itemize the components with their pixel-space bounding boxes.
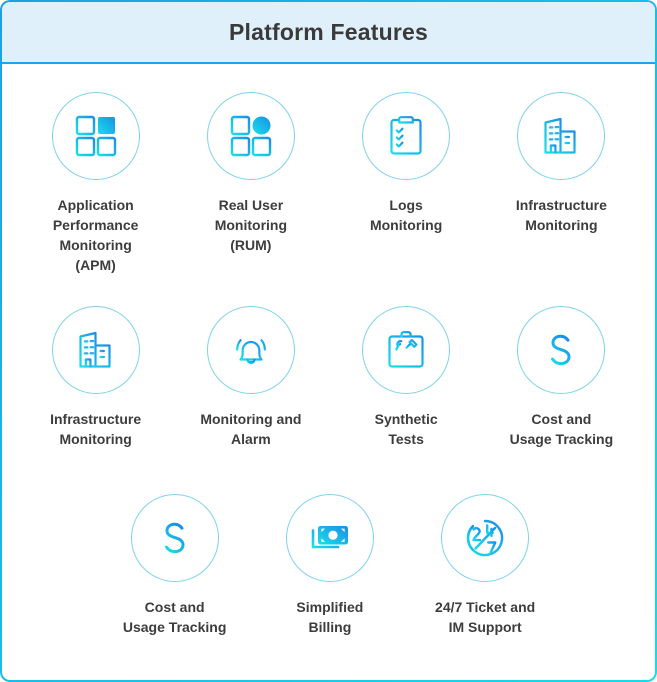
icon-circle bbox=[206, 92, 295, 180]
feature-label: Infrastructure Monitoring bbox=[515, 197, 607, 233]
feature-item-simplified-billing[interactable]: Simplified Billing bbox=[252, 494, 407, 664]
icon-circle bbox=[130, 494, 219, 582]
feature-label: Logs Monitoring bbox=[369, 197, 443, 233]
grid-square-circle-icon bbox=[230, 115, 272, 157]
icon-circle bbox=[51, 92, 140, 180]
card-header: Platform Features bbox=[2, 2, 655, 64]
grid-squares-icon bbox=[75, 115, 116, 157]
banknote-icon bbox=[311, 526, 348, 549]
feature-item-apm[interactable]: Application Performance Monitoring (APM) bbox=[18, 92, 173, 298]
icon-circle bbox=[517, 306, 606, 394]
buildings-icon bbox=[79, 331, 111, 368]
feature-label: Application Performance Monitoring (APM) bbox=[52, 197, 139, 273]
card-inner: Platform Features Application Performanc… bbox=[2, 2, 655, 680]
feature-label: Synthetic Tests bbox=[374, 411, 438, 447]
feature-label: Real User Monitoring (RUM) bbox=[214, 197, 288, 253]
feature-label: Cost and Usage Tracking bbox=[509, 411, 614, 447]
features-row-3: Cost and Usage Tracking Simplified Billi… bbox=[18, 494, 655, 664]
icon-circle bbox=[285, 494, 374, 582]
alarm-bell-icon bbox=[235, 330, 266, 365]
page-title: Platform Features bbox=[229, 18, 428, 45]
feature-item-logs-monitoring[interactable]: Logs Monitoring bbox=[329, 92, 484, 298]
clipboard-checklist-icon bbox=[390, 116, 422, 155]
icon-circle bbox=[362, 92, 451, 180]
feature-item-rum[interactable]: Real User Monitoring (RUM) bbox=[173, 92, 328, 298]
feature-label: Cost and Usage Tracking bbox=[122, 599, 227, 635]
dollar-sign-icon bbox=[164, 519, 185, 557]
feature-item-24-7-support[interactable]: 24/7 Ticket and IM Support bbox=[408, 494, 563, 664]
toolbox-icon bbox=[388, 331, 424, 368]
dollar-sign-icon bbox=[551, 331, 571, 369]
feature-label: Infrastructure Monitoring bbox=[50, 411, 142, 447]
feature-item-monitoring-and-alarm[interactable]: Monitoring and Alarm bbox=[173, 306, 328, 482]
icon-circle bbox=[362, 306, 451, 394]
feature-item-infrastructure-monitoring[interactable]: Infrastructure Monitoring bbox=[484, 92, 639, 298]
icon-circle bbox=[441, 494, 530, 582]
features-row-1: Application Performance Monitoring (APM) bbox=[18, 92, 639, 298]
platform-features-card: Platform Features Application Performanc… bbox=[0, 0, 657, 682]
icon-circle bbox=[517, 92, 606, 180]
features-row-2: Infrastructure Monitoring Monitoring and… bbox=[18, 306, 639, 482]
twentyfour-seven-icon bbox=[466, 519, 504, 557]
feature-label: 24/7 Ticket and IM Support bbox=[435, 599, 536, 635]
icon-circle bbox=[51, 306, 140, 394]
feature-item-cost-usage-tracking-2[interactable]: Cost and Usage Tracking bbox=[97, 494, 252, 664]
feature-item-cost-usage-tracking[interactable]: Cost and Usage Tracking bbox=[484, 306, 639, 482]
feature-item-infrastructure-monitoring-2[interactable]: Infrastructure Monitoring bbox=[18, 306, 173, 482]
feature-label: Monitoring and Alarm bbox=[200, 411, 302, 447]
icon-circle bbox=[206, 306, 295, 394]
feature-item-synthetic-tests[interactable]: Synthetic Tests bbox=[329, 306, 484, 482]
feature-label: Simplified Billing bbox=[296, 599, 364, 635]
features-grid: Application Performance Monitoring (APM) bbox=[2, 64, 655, 680]
buildings-icon bbox=[544, 117, 576, 154]
